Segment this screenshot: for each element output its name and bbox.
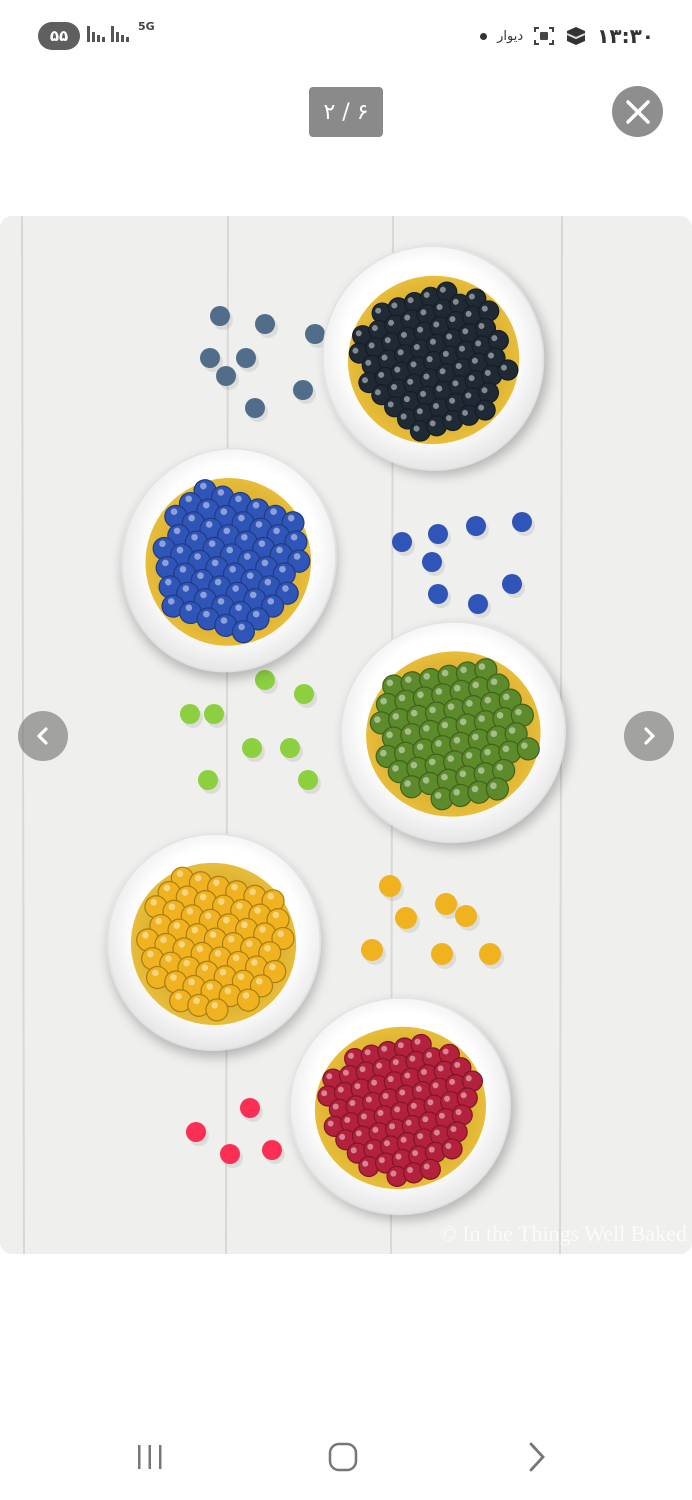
loose-pearl [435,893,457,915]
loose-pearl [479,943,501,965]
loose-pearl [428,584,448,604]
notification-dot [480,32,488,40]
loose-pearl [240,1098,260,1118]
loose-pearl [198,770,218,790]
loose-pearl [392,532,412,552]
back-button[interactable] [506,1432,566,1482]
kaaba-icon [566,27,586,45]
recents-button[interactable] [120,1432,180,1482]
loose-pearl [455,905,477,927]
loose-pearl [428,524,448,544]
close-icon [625,99,650,124]
loose-pearl [200,348,220,368]
loose-pearl [466,516,486,536]
signal-icon-2 [111,26,129,42]
loose-pearl [236,348,256,368]
loose-pearl [262,1140,282,1160]
status-right: دیوار ۱۳:۳۰ [474,22,654,50]
loose-pearl [255,670,275,690]
loose-pearl [216,366,236,386]
close-button[interactable] [612,86,663,137]
gallery-photo: © In the Things Well Baked [0,216,692,1254]
image-counter: ۲ / ۶ [309,87,383,137]
loose-pearl [280,738,300,758]
photo-watermark: © In the Things Well Baked [440,1221,687,1246]
loose-pearl [395,907,417,929]
chevron-left-icon [37,727,48,745]
loose-pearl [242,738,262,758]
photo-artwork: © In the Things Well Baked [0,216,692,1254]
loose-pearl [204,704,224,724]
status-bar: ۵۵ 5G دیوار ۱۳:۳۰ [0,0,692,72]
signal-icon-1 [87,26,105,42]
network-type: 5G [138,20,155,33]
loose-pearl [361,939,383,961]
app-notification-label: دیوار [497,28,524,44]
loose-pearl [210,306,230,326]
previous-image-button[interactable] [18,711,68,761]
loose-pearl [468,594,488,614]
loose-pearl [422,552,442,572]
loose-pearl [220,1144,240,1164]
clock: ۱۳:۳۰ [597,24,654,48]
recents-icon [138,1445,162,1469]
screenshot-icon [534,27,555,45]
home-button[interactable] [313,1432,373,1482]
loose-pearl [255,314,275,334]
home-icon [328,1442,358,1472]
loose-pearl [512,512,532,532]
loose-pearl [294,684,314,704]
loose-pearl [379,875,401,897]
battery-indicator: ۵۵ [38,22,80,50]
loose-pearl [180,704,200,724]
loose-pearl [186,1122,206,1142]
chevron-right-icon [644,727,655,745]
system-navigation-bar [0,1420,692,1500]
loose-pearl [245,398,265,418]
loose-pearl [293,380,313,400]
back-icon [529,1442,545,1472]
loose-pearl [431,943,453,965]
loose-pearl [305,324,325,344]
loose-pearl [298,770,318,790]
next-image-button[interactable] [624,711,674,761]
loose-pearl [502,574,522,594]
